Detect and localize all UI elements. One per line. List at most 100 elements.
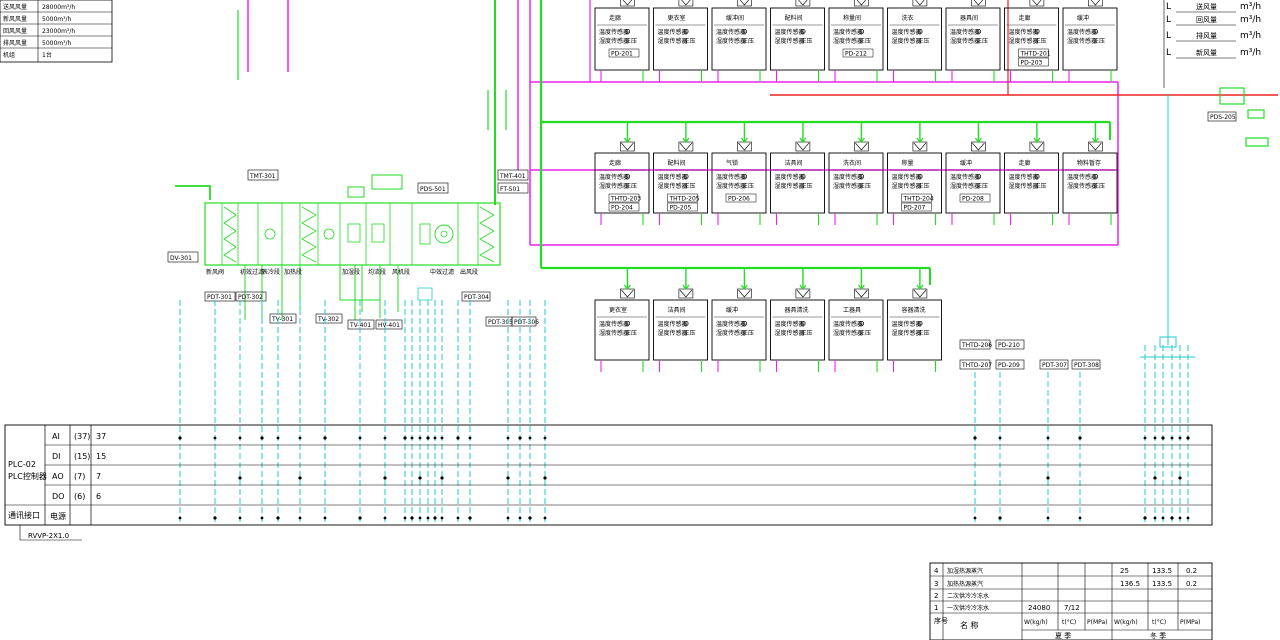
room-box: 走廊温度传感器D湿度传感器正压PD-201 <box>594 0 650 82</box>
room-field-value: D <box>742 320 747 328</box>
medium-table-cell: 1 <box>934 604 938 612</box>
diffuser-arrow-icon <box>1090 0 1101 6</box>
room-box: 更衣室温度传感器D湿度传感器正压 <box>594 268 650 372</box>
terminal-dot <box>456 516 460 520</box>
room-name: 更衣室 <box>668 14 686 22</box>
terminal-dot <box>1178 436 1182 440</box>
room-box: 洁具间温度传感器D湿度传感器正压 <box>770 122 825 225</box>
terminal-dot <box>973 436 977 440</box>
instrument-tag: PDT-304 <box>464 294 489 301</box>
terminal-dot <box>1078 436 1082 440</box>
instrument-tag: PDS-501 <box>420 186 446 193</box>
diffuser-arrow-icon <box>915 0 925 6</box>
legend-unit: m³/h <box>1240 48 1261 58</box>
medium-table-header: 夏 季 <box>1055 631 1071 640</box>
param-label: 排风风量 <box>3 39 27 47</box>
terminal-dot <box>1153 436 1157 440</box>
terminal-dot <box>468 436 472 440</box>
terminal-dot <box>998 436 1002 440</box>
room-tag: PD-201 <box>611 51 633 58</box>
room-tag: PD-207 <box>904 205 926 212</box>
diffuser-arrow-icon <box>798 0 808 6</box>
room-field-value: 正压 <box>1093 183 1105 190</box>
terminal-dot <box>528 436 532 440</box>
medium-table-cell: 3 <box>934 580 938 588</box>
diffuser-arrow-icon <box>621 142 634 151</box>
room-tag: PD-208 <box>962 196 984 203</box>
instrument-tag: PDT-308 <box>1074 362 1099 369</box>
room-field-value: D <box>801 173 806 181</box>
instrument-tag: TV-301 <box>271 316 293 323</box>
medium-table-cell: 2 <box>934 592 938 600</box>
legend-code: L <box>1166 15 1171 25</box>
room-name: 走廊 <box>609 14 621 22</box>
instrument-tag: PDT-302 <box>238 294 263 301</box>
terminal-dot <box>440 476 444 480</box>
terminal-dot <box>418 476 422 480</box>
diffuser-arrow-icon <box>913 289 927 298</box>
terminal-dot <box>213 436 217 440</box>
instrument-tag: TV-302 <box>317 316 339 323</box>
terminal-dot <box>1078 516 1082 520</box>
terminal-dot <box>410 436 414 440</box>
terminal-dot <box>358 516 362 520</box>
diffuser-arrow-icon <box>679 142 693 151</box>
room-field-value: 正压 <box>918 330 930 337</box>
room-name: 工器具 <box>843 307 861 314</box>
diffuser-arrow-icon <box>738 142 751 151</box>
medium-table-cell: 4 <box>934 567 939 575</box>
terminal-dot <box>1046 516 1050 520</box>
ahu-section-label: 新风阀 <box>206 268 224 276</box>
room-field-value: 正压 <box>625 330 637 337</box>
param-label: 回风风量 <box>3 28 27 35</box>
diffuser-arrow-icon <box>856 0 867 6</box>
terminal-dot <box>358 436 362 440</box>
room-boxes: 走廊温度传感器D湿度传感器正压PD-201更衣室温度传感器D湿度传感器正压缓冲间… <box>594 0 1118 372</box>
terminal-dot <box>238 436 242 440</box>
instrument-tag: PDS-205 <box>1210 114 1236 121</box>
right-instrument-tags: THTD-206 PD-210 THTD-207 PD-209 PDT-307 … <box>959 111 1237 370</box>
room-field-value: 正压 <box>625 183 637 190</box>
legend-unit: m³/h <box>1240 31 1261 41</box>
room-name: 容器清洗 <box>902 306 926 314</box>
plc-io-type: 电源 <box>50 511 66 521</box>
medium-table-header: 序号 <box>934 616 948 625</box>
param-value: 1台 <box>42 51 52 59</box>
legend-text: 新风量 <box>1196 48 1217 57</box>
legend-code: L <box>1166 2 1171 12</box>
room-box: 缓冲温度传感器D湿度传感器正压 <box>711 268 767 372</box>
terminal-dot <box>506 476 510 480</box>
diffuser-arrow-icon <box>1032 0 1042 6</box>
room-name: 洗衣间 <box>843 159 861 167</box>
diffuser-arrow-icon <box>796 289 810 298</box>
room-field-value: 正压 <box>976 183 988 190</box>
instrument-tag: PD-209 <box>998 362 1020 369</box>
legend-text: 回风量 <box>1196 16 1217 24</box>
room-field-value: D <box>918 173 923 181</box>
room-name: 缓冲 <box>726 306 738 314</box>
room-name: 洁具间 <box>785 159 803 167</box>
room-box: 称量温度传感器D湿度传感器正压THTD-204PD-207 <box>887 122 942 225</box>
diffuser-arrow-icon <box>622 0 633 6</box>
room-field-value: 正压 <box>801 330 813 337</box>
plc-title: PLC-02 <box>8 460 36 469</box>
room-field-value: 正压 <box>1035 38 1047 45</box>
medium-table-header: W(kg/h) <box>1114 619 1138 626</box>
medium-table-header: 名 称 <box>960 620 979 630</box>
terminal-dot <box>1153 516 1157 520</box>
room-field-value: D <box>859 28 864 36</box>
ahu-section-labels: 新风阀 初效过滤 表冷段 加热段 加湿段 均流段 风机段 中效过滤 出风段 <box>206 268 478 276</box>
medium-table-text: 4 加湿热源蒸汽 25 133.5 0.2 3 加热热源蒸汽 136.5 133.5 0.2 2 二次… <box>934 567 1201 640</box>
medium-table-header: 冬 季 <box>1150 631 1166 640</box>
instrument-tag: THTD-207 <box>961 362 992 369</box>
room-box: 缓冲温度传感器D湿度传感器正压PD-208 <box>945 122 1001 225</box>
plc-io-paren: (37) <box>74 432 90 441</box>
room-tag: THTD-205 <box>669 196 700 203</box>
terminal-dot <box>276 436 280 440</box>
room-field-value: 正压 <box>684 38 696 45</box>
room-tag: PD-203 <box>1021 60 1043 67</box>
room-field-value: D <box>742 28 747 36</box>
room-tag: PD-205 <box>670 205 692 212</box>
plc-io-type: DO <box>52 492 64 501</box>
terminal-dot <box>426 436 430 440</box>
